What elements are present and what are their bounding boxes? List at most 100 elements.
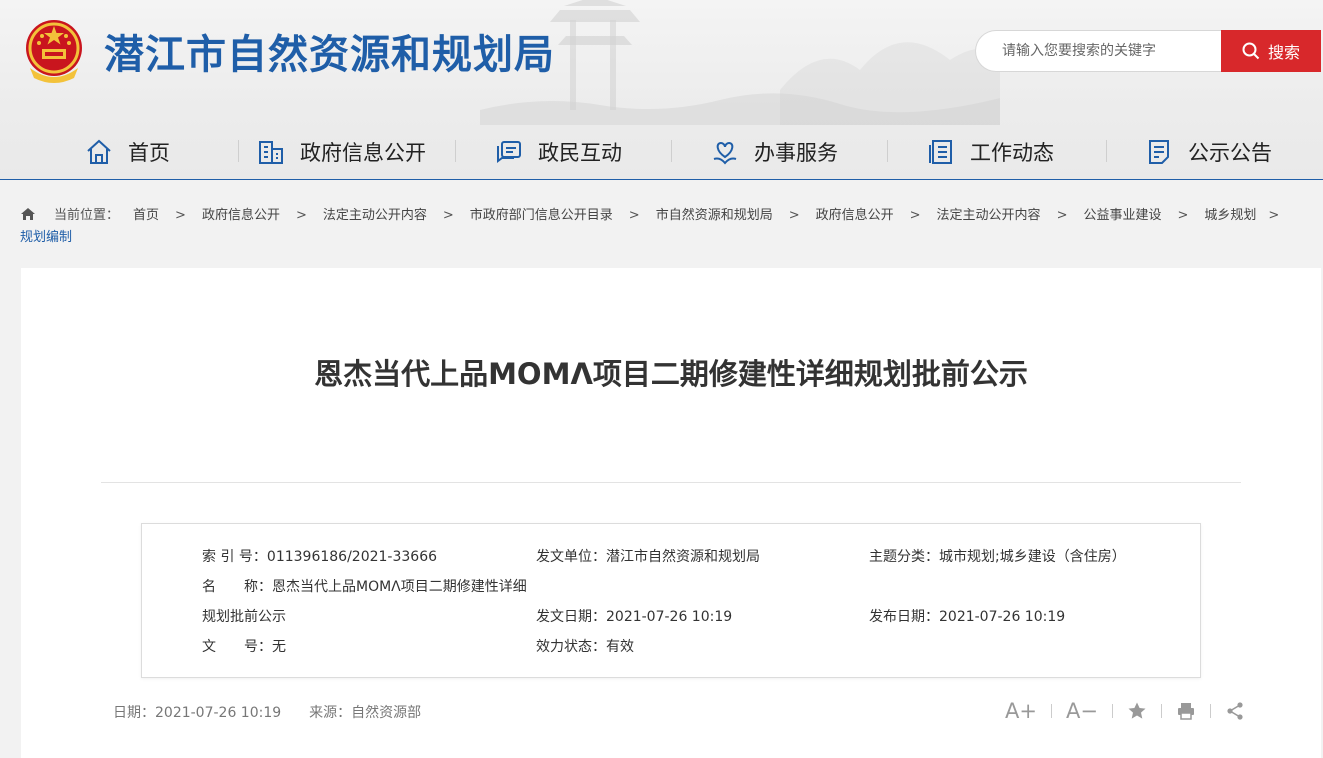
index-value: 011396186/2021-33666: [266, 549, 438, 565]
publish-date-label: 发布日期：: [869, 609, 939, 625]
name-label: 名: [202, 579, 216, 595]
article-date: 日期：2021-07-26 10:19: [113, 705, 282, 721]
tool-divider: [1160, 704, 1162, 718]
star-icon: [1128, 702, 1146, 719]
document-info-box: 索 引 号：011396186/2021-33666 发文单位：潜江市自然资源和…: [141, 523, 1201, 678]
site-title: 潜江市自然资源和规划局: [104, 32, 555, 78]
doc-no-value: 无: [272, 639, 286, 655]
home-icon: [87, 139, 111, 164]
name-label-tail: 称：: [244, 579, 272, 595]
share-icon: [1227, 702, 1243, 720]
breadcrumb-item[interactable]: 市政府部门信息公开目录: [470, 208, 613, 223]
doc-name-continued: 规划批前公示: [202, 609, 286, 625]
topic-value: 城市规划;城乡建设（含住房）: [939, 549, 1126, 565]
status-label: 效力状态：: [536, 639, 606, 655]
national-emblem-icon: [26, 20, 82, 83]
doc-no-label-tail: 号：: [244, 639, 272, 655]
issuer-label: 发文单位：: [536, 549, 606, 565]
nav-label: 政府信息公开: [300, 141, 426, 165]
nav-divider: [1106, 140, 1107, 162]
tool-divider: [1050, 704, 1052, 718]
tool-divider: [1111, 704, 1113, 718]
search-button[interactable]: 搜索: [1221, 30, 1321, 72]
issuer-value: 潜江市自然资源和规划局: [606, 549, 760, 565]
nav-label: 工作动态: [970, 141, 1054, 165]
search-input[interactable]: [976, 31, 1222, 71]
topic-label: 主题分类：: [869, 549, 939, 565]
search-button-label: 搜索: [1267, 43, 1300, 62]
breadcrumb-separator: >: [295, 208, 307, 223]
document-list-icon: [929, 140, 952, 164]
article-container: 恩杰当代上品MOMΛ项目二期修建性详细规划批前公示 索 引 号：01139618…: [21, 268, 1321, 758]
nav-label: 公示公告: [1188, 141, 1272, 165]
nav-item-news[interactable]: 工作动态: [926, 128, 1054, 176]
breadcrumb-separator: >: [628, 208, 640, 223]
chat-icon: [497, 141, 521, 163]
breadcrumb-item[interactable]: 城乡规划: [1204, 208, 1256, 223]
breadcrumb-item[interactable]: 法定主动公开内容: [323, 208, 427, 223]
main-nav: 首页 政府信息公开 政民互动 办事服务 工作动态 公示公告: [0, 128, 1323, 180]
breadcrumb-item[interactable]: 市自然资源和规划局: [656, 208, 773, 223]
breadcrumb-separator: >: [909, 208, 921, 223]
publish-date: 发布日期：2021-07-26 10:19: [869, 606, 1065, 626]
issue-date-value: 2021-07-26 10:19: [606, 609, 733, 625]
nav-item-gov-info[interactable]: 政府信息公开: [256, 128, 426, 176]
title-divider: [101, 482, 1241, 483]
issue-date: 发文日期：2021-07-26 10:19: [536, 606, 732, 626]
building-icon: [259, 141, 283, 164]
heart-hand-icon: [713, 141, 737, 165]
article-tools: A+ A−: [1005, 698, 1245, 724]
breadcrumb-item[interactable]: 政府信息公开: [816, 208, 894, 223]
search-icon: [1242, 42, 1260, 60]
breadcrumb-prefix: 当前位置：: [54, 208, 120, 223]
breadcrumb-item[interactable]: 公益事业建设: [1083, 208, 1161, 223]
nav-divider: [455, 140, 456, 162]
breadcrumb-current[interactable]: 规划编制: [20, 230, 72, 245]
share-button[interactable]: [1225, 701, 1245, 721]
article-title: 恩杰当代上品MOMΛ项目二期修建性详细规划批前公示: [314, 357, 1028, 391]
printer-icon: [1177, 703, 1194, 720]
site-header: 潜江市自然资源和规划局 搜索 首页 政府信息公开: [0, 0, 1323, 180]
breadcrumb-separator: >: [1177, 208, 1189, 223]
breadcrumb: 当前位置： 首页 > 政府信息公开 > 法定主动公开内容 > 市政府部门信息公开目录 > 市自然资…: [20, 205, 1300, 249]
doc-no-label: 文: [202, 639, 216, 655]
nav-label: 首页: [128, 141, 170, 165]
validity-status: 效力状态：有效: [536, 636, 634, 656]
doc-name: 名 称：恩杰当代上品MOMΛ项目二期修建性详细: [202, 576, 527, 596]
nav-label: 政民互动: [538, 141, 622, 165]
tool-divider: [1209, 704, 1211, 718]
article-meta: 日期：2021-07-26 10:19 来源：自然资源部: [113, 702, 421, 722]
publish-date-value: 2021-07-26 10:19: [939, 609, 1066, 625]
breadcrumb-item[interactable]: 首页: [133, 208, 159, 223]
print-button[interactable]: [1176, 701, 1196, 721]
nav-item-interaction[interactable]: 政民互动: [494, 128, 622, 176]
breadcrumb-separator: >: [1268, 208, 1280, 223]
nav-item-home[interactable]: 首页: [84, 128, 170, 176]
notice-icon: [1149, 140, 1169, 164]
home-icon: [21, 208, 35, 220]
index-label: 索 引 号：: [202, 549, 267, 565]
index-number: 索 引 号：011396186/2021-33666: [202, 546, 437, 566]
nav-divider: [238, 140, 239, 162]
nav-label: 办事服务: [754, 141, 838, 165]
issuer: 发文单位：潜江市自然资源和规划局: [536, 546, 760, 566]
font-increase-button[interactable]: A+: [1005, 699, 1037, 723]
nav-divider: [887, 140, 888, 162]
doc-number: 文 号：无: [202, 636, 286, 656]
landscape-decoration: [480, 0, 1000, 125]
status-value: 有效: [606, 639, 634, 655]
breadcrumb-separator: >: [1056, 208, 1068, 223]
breadcrumb-separator: >: [788, 208, 800, 223]
nav-item-services[interactable]: 办事服务: [710, 128, 838, 176]
breadcrumb-separator: >: [442, 208, 454, 223]
topic: 主题分类：城市规划;城乡建设（含住房）: [869, 546, 1126, 566]
nav-underline: [0, 179, 1323, 180]
breadcrumb-separator: >: [175, 208, 186, 223]
breadcrumb-item[interactable]: 法定主动公开内容: [937, 208, 1041, 223]
nav-item-notices[interactable]: 公示公告: [1144, 128, 1272, 176]
font-decrease-button[interactable]: A−: [1066, 699, 1098, 723]
favorite-button[interactable]: [1127, 701, 1147, 721]
nav-divider: [671, 140, 672, 162]
breadcrumb-item[interactable]: 政府信息公开: [202, 208, 280, 223]
name-value: 恩杰当代上品MOMΛ项目二期修建性详细: [272, 579, 527, 595]
